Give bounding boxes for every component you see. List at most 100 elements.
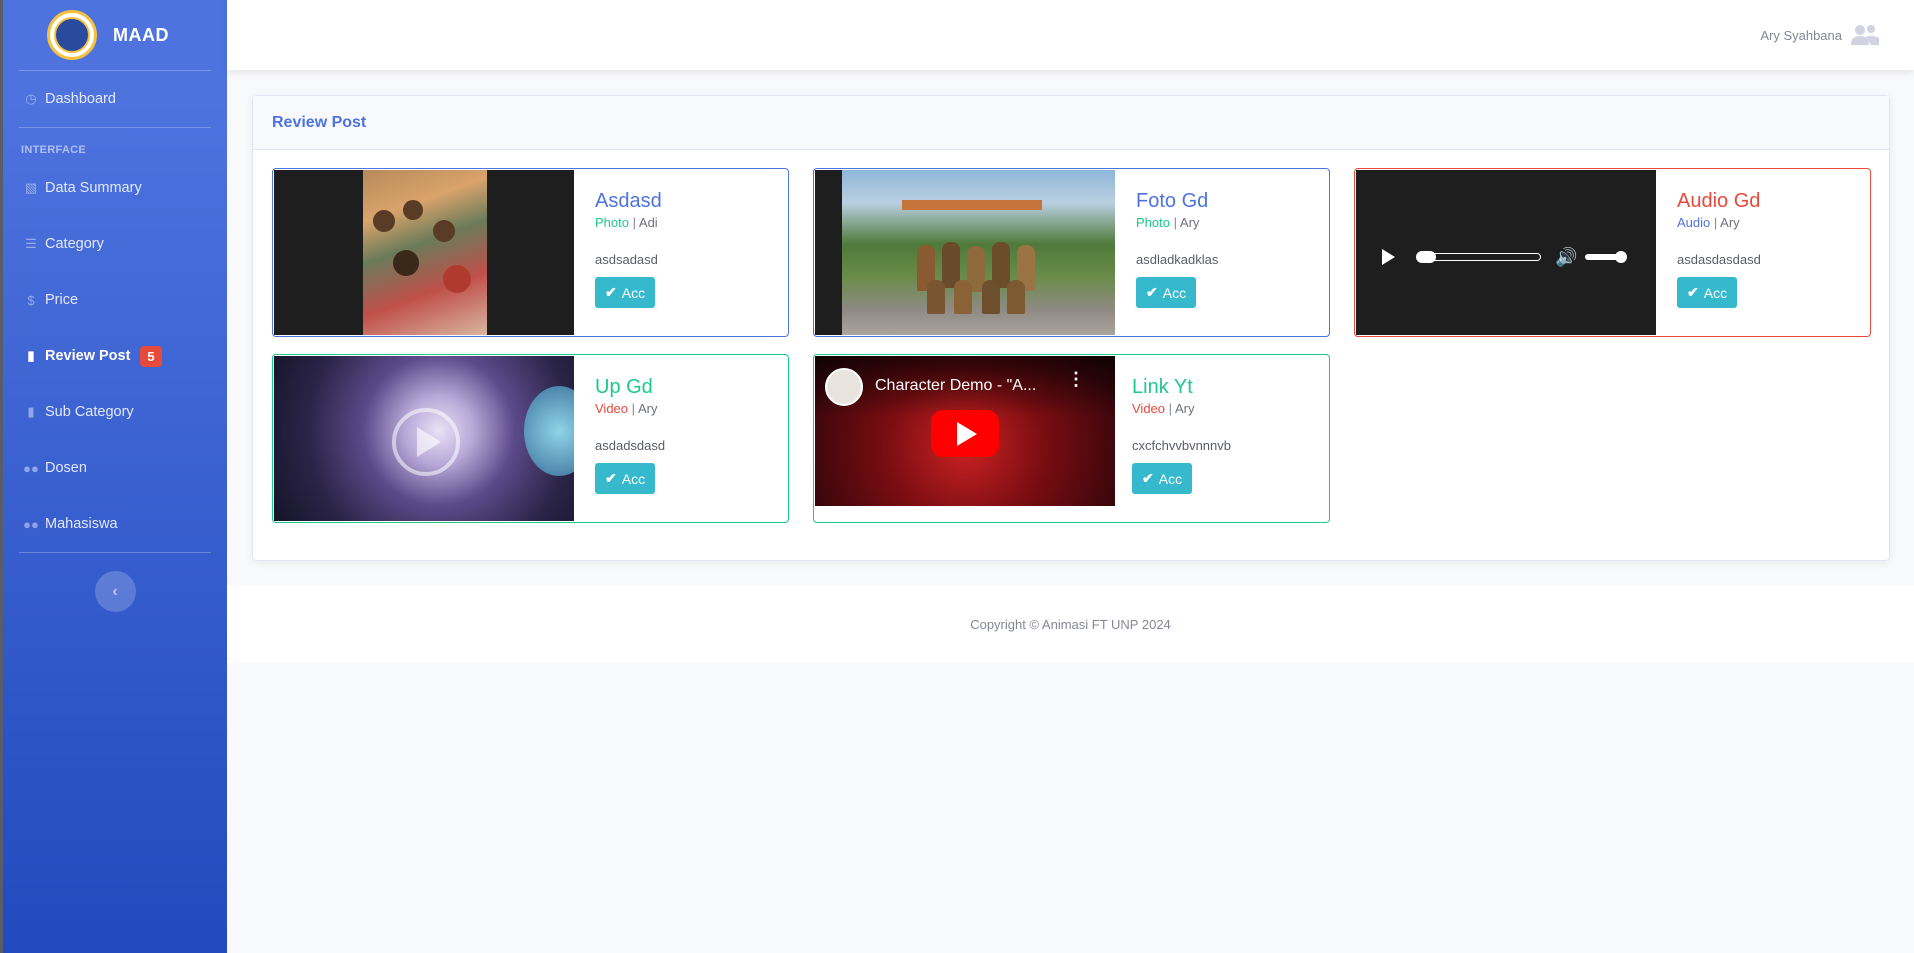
youtube-embed[interactable]: Character Demo - "A... ⋮ — [815, 356, 1115, 506]
post-audio-player: 🔊 — [1356, 170, 1656, 335]
users-icon[interactable] — [1850, 24, 1880, 46]
users-icon: ●● — [23, 460, 39, 476]
check-icon: ✔ — [605, 470, 617, 486]
post-photo[interactable] — [274, 170, 574, 335]
post-video[interactable] — [274, 356, 574, 521]
accept-button[interactable]: ✔ Acc — [1136, 277, 1197, 308]
meta-separator: | — [1168, 401, 1173, 416]
sidebar-item-price[interactable]: $ Price — [3, 272, 227, 328]
post-card: Character Demo - "A... ⋮ Link Yt Video |… — [813, 354, 1330, 523]
review-post-card: Review Post Asdasd Photo | Adi asdsadasd… — [252, 95, 1890, 561]
sidebar-item-label: Dashboard — [45, 91, 116, 107]
accept-button[interactable]: ✔ Acc — [595, 277, 656, 308]
sidebar-item-label: Price — [45, 292, 79, 308]
user-name[interactable]: Ary Syahbana — [1760, 28, 1842, 43]
accept-button-label: Acc — [1703, 284, 1728, 301]
post-author: Ary — [637, 401, 658, 416]
sidebar-item-data-summary[interactable]: ▧ Data Summary — [3, 160, 227, 216]
sidebar-divider — [19, 552, 211, 553]
meta-separator: | — [631, 401, 636, 416]
post-title: Foto Gd — [1136, 190, 1209, 212]
post-description: asdsadasd — [595, 252, 658, 267]
more-vertical-icon[interactable]: ⋮ — [1067, 370, 1085, 388]
brand-name: MAAD — [113, 24, 169, 45]
check-icon: ✔ — [1687, 284, 1699, 300]
topbar: Ary Syahbana — [227, 0, 1914, 70]
embed-video-title[interactable]: Character Demo - "A... — [875, 377, 1036, 395]
post-author: Ary — [1174, 401, 1195, 416]
accept-button-label: Acc — [621, 284, 646, 301]
list-icon: ☰ — [25, 236, 37, 251]
accept-button[interactable]: ✔ Acc — [1677, 277, 1738, 308]
accept-button[interactable]: ✔ Acc — [595, 463, 656, 494]
sidebar-item-category[interactable]: ☰ Category — [3, 216, 227, 272]
card-title: Review Post — [253, 96, 1889, 150]
meta-separator: | — [1173, 215, 1177, 230]
youtube-play-icon[interactable] — [931, 410, 999, 457]
audio-seek-bar[interactable] — [1416, 251, 1541, 263]
post-title: Up Gd — [595, 376, 653, 398]
sidebar-item-dashboard[interactable]: ◷ Dashboard — [3, 71, 227, 127]
post-author: Ary — [1179, 215, 1200, 230]
sidebar-item-review-post[interactable]: ▮ Review Post 5 — [3, 328, 227, 384]
sidebar-toggle-button[interactable]: ‹ — [94, 571, 136, 612]
chart-area-icon: ▧ — [24, 180, 38, 195]
post-author: Ary — [1720, 215, 1740, 230]
post-meta: Photo | Adi — [595, 215, 662, 230]
post-type: Audio — [1677, 215, 1711, 230]
check-icon: ✔ — [1142, 470, 1154, 486]
accept-button-label: Acc — [1158, 470, 1183, 487]
sidebar-item-label: Sub Category — [45, 404, 134, 420]
post-meta: Video | Ary — [1132, 401, 1231, 416]
accept-button-label: Acc — [621, 470, 646, 487]
brand-link[interactable]: MAAD — [3, 0, 227, 70]
play-icon[interactable] — [1382, 249, 1395, 265]
post-description: asdadsdasd — [595, 438, 666, 453]
play-icon[interactable] — [392, 408, 460, 476]
chevron-left-icon: ‹ — [112, 582, 118, 600]
post-title: Asdasd — [595, 190, 662, 212]
sidebar-item-label: Data Summary — [45, 180, 142, 196]
post-description: asdladkadklas — [1136, 252, 1219, 267]
post-title: Link Yt — [1132, 376, 1193, 398]
sidebar-item-label: Review Post — [45, 348, 131, 364]
meta-separator: | — [632, 215, 636, 230]
sidebar-item-label: Category — [45, 236, 104, 252]
accept-button[interactable]: ✔ Acc — [1132, 463, 1193, 494]
sidebar: MAAD ◷ Dashboard INTERFACE ▧ Data Summar… — [0, 0, 227, 953]
post-meta: Audio | Ary — [1677, 215, 1761, 230]
sidebar-item-sub-category[interactable]: ▮ Sub Category — [3, 384, 227, 440]
post-photo[interactable] — [815, 170, 1115, 335]
logo — [47, 10, 97, 60]
post-type: Video — [595, 401, 629, 416]
file-icon: ▮ — [27, 404, 35, 419]
post-type: Photo — [595, 215, 629, 230]
copyright-text: Copyright © Animasi FT UNP 2024 — [970, 616, 1171, 632]
sidebar-heading: INTERFACE — [21, 144, 87, 156]
sidebar-item-mahasiswa[interactable]: ●● Mahasiswa — [3, 496, 227, 552]
post-meta: Video | Ary — [595, 401, 665, 416]
post-card: 🔊 Audio Gd Audio | Ary asdasdasdasd ✔ Ac… — [1354, 168, 1871, 337]
post-author: Adi — [638, 215, 658, 230]
sidebar-item-label: Mahasiswa — [45, 516, 118, 532]
check-icon: ✔ — [605, 284, 617, 300]
post-title: Audio Gd — [1677, 190, 1761, 212]
tachometer-icon: ◷ — [25, 91, 37, 106]
post-meta: Photo | Ary — [1136, 215, 1218, 230]
users-icon: ●● — [23, 516, 39, 532]
post-card: Foto Gd Photo | Ary asdladkadklas ✔ Acc — [813, 168, 1330, 337]
post-description: cxcfchvvbvnnnvb — [1132, 438, 1231, 453]
post-type: Video — [1132, 401, 1166, 416]
meta-separator: | — [1713, 215, 1718, 230]
sidebar-item-dosen[interactable]: ●● Dosen — [3, 440, 227, 496]
post-card: Asdasd Photo | Adi asdsadasd ✔ Acc — [272, 168, 789, 337]
volume-icon[interactable]: 🔊 — [1555, 247, 1577, 268]
post-card: Up Gd Video | Ary asdadsdasd ✔ Acc — [272, 354, 789, 523]
sidebar-item-label: Dosen — [45, 460, 87, 476]
post-type: Photo — [1136, 215, 1170, 230]
channel-avatar[interactable] — [825, 368, 863, 406]
volume-slider[interactable] — [1585, 251, 1628, 263]
post-description: asdasdasdasd — [1677, 252, 1761, 267]
file-icon: ▮ — [27, 348, 35, 363]
accept-button-label: Acc — [1162, 284, 1187, 301]
